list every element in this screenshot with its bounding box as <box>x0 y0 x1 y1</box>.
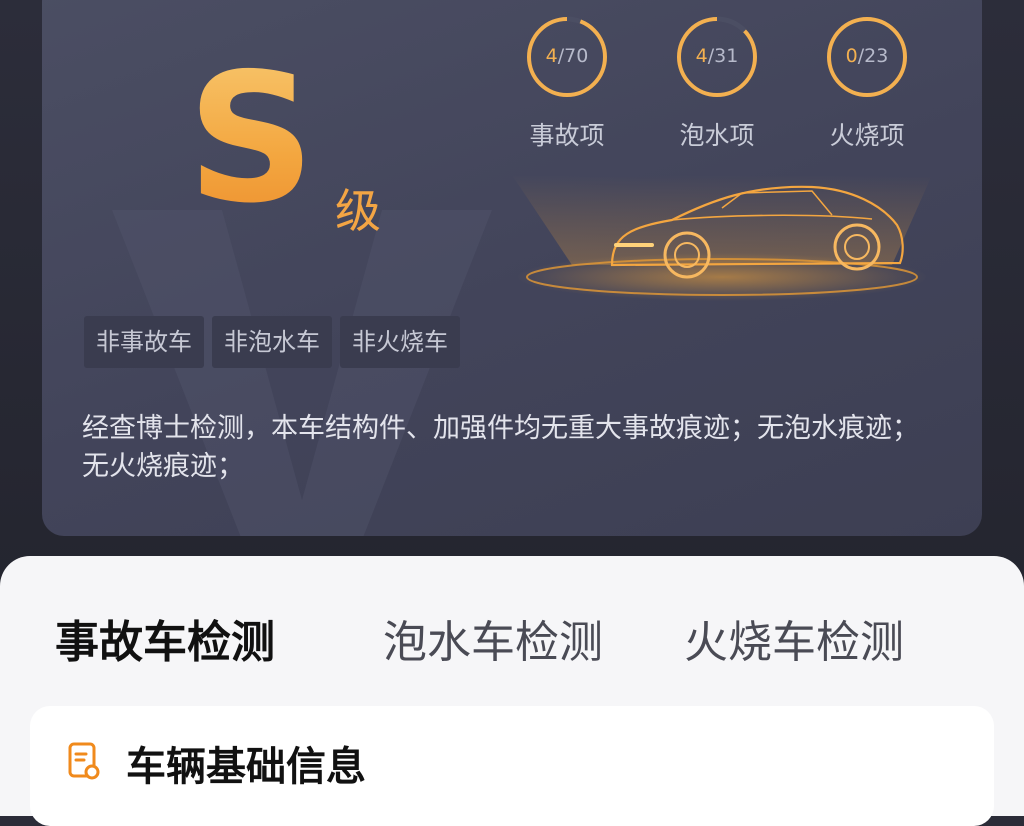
grade-letter: S <box>187 35 316 242</box>
fire-check-label: 火烧项 <box>829 121 905 150</box>
document-icon <box>68 742 100 780</box>
tag-non-fire: 非火烧车 <box>340 316 460 368</box>
flood-check-count: 4/31 <box>695 45 739 67</box>
flood-check-ring: 4/31 <box>675 15 759 99</box>
tag-non-flood: 非泡水车 <box>212 316 332 368</box>
section-title: 车辆基础信息 <box>126 744 366 790</box>
accident-check-label: 事故项 <box>529 121 605 150</box>
inspection-tabs: 事故车检测 泡水车检测 火烧车检测 <box>0 606 1024 726</box>
accident-check-count: 4/70 <box>545 45 589 67</box>
accident-check-ring: 4/70 <box>525 15 609 99</box>
tab-fire-inspection[interactable]: 火烧车检测 <box>684 606 904 670</box>
tag-non-accident: 非事故车 <box>84 316 204 368</box>
tab-accident-inspection[interactable]: 事故车检测 <box>55 606 275 670</box>
detail-sheet: 事故车检测 泡水车检测 火烧车检测 车辆基础信息 <box>0 556 1024 826</box>
tab-flood-inspection[interactable]: 泡水车检测 <box>383 606 603 670</box>
flood-check-label: 泡水项 <box>679 121 755 150</box>
car-wireframe-icon <box>512 175 932 301</box>
grade-badge: S 级 <box>187 50 427 250</box>
grade-suffix: 级 <box>335 184 381 238</box>
inspection-description: 经查博士检测，本车结构件、加强件均无重大事故痕迹；无泡水痕迹；无火烧痕迹； <box>82 413 919 482</box>
inspection-summary-card: S 级 4/70 事故项 4/31 泡水项 0/23 火烧项 非事故车 非泡水车… <box>42 0 982 536</box>
fire-check-ring: 0/23 <box>825 15 909 99</box>
status-tags: 非事故车 非泡水车 非火烧车 <box>84 316 460 368</box>
vehicle-basic-info-card[interactable]: 车辆基础信息 <box>30 706 994 826</box>
fire-check-count: 0/23 <box>845 45 889 67</box>
